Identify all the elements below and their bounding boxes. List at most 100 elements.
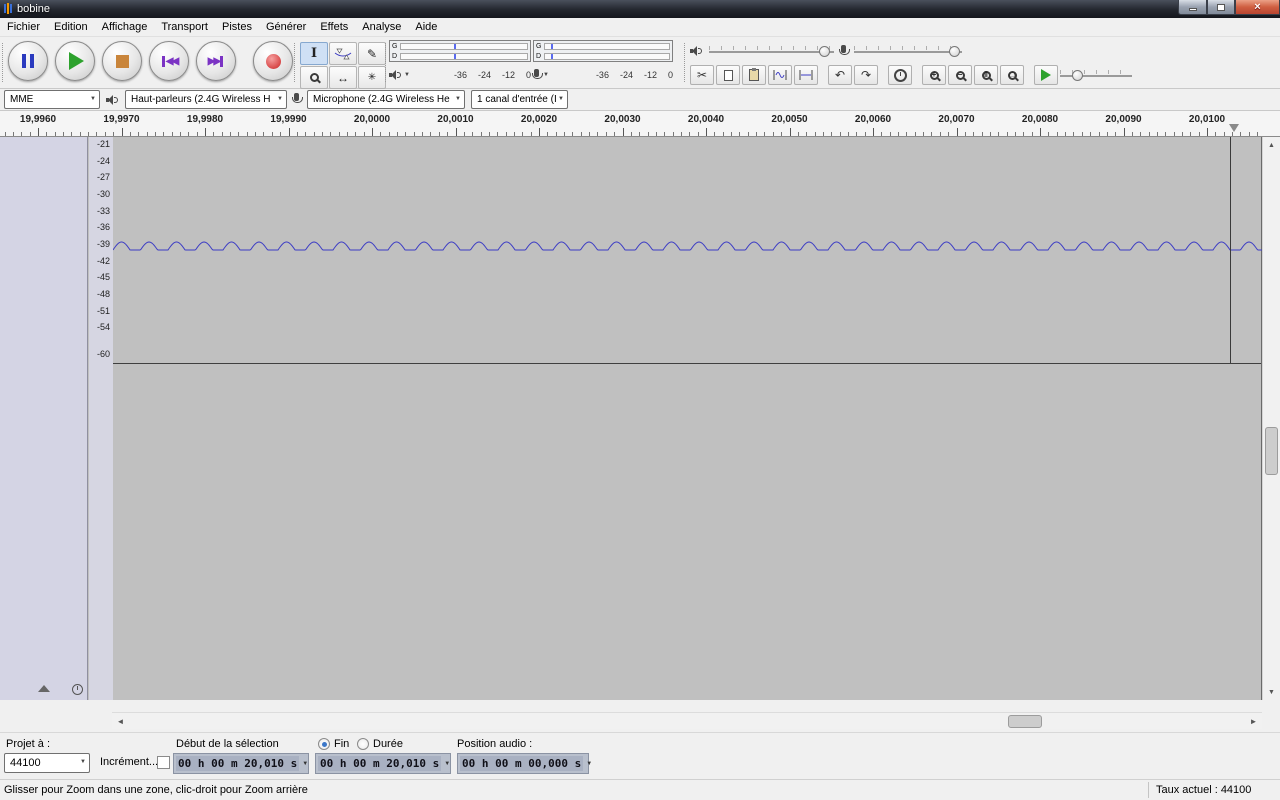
menu-item-effets[interactable]: Effets (313, 19, 355, 35)
meter-tick (551, 43, 554, 49)
end-radio-label[interactable]: Fin (334, 738, 349, 750)
end-radio[interactable] (318, 738, 330, 750)
playback-meter[interactable]: G D (389, 40, 531, 62)
scroll-right-arrow[interactable]: ► (1245, 713, 1262, 730)
timeline-tick (831, 132, 833, 136)
project-rate-select[interactable]: 44100 (4, 753, 90, 773)
collapse-triangle-icon[interactable] (38, 685, 50, 692)
trim-button[interactable] (768, 65, 792, 85)
spin-arrow-icon[interactable]: ▼ (586, 761, 592, 767)
multi-tool-button[interactable]: ✳ (358, 66, 386, 89)
recording-meter[interactable]: G D (533, 40, 673, 62)
panel-clock-icon[interactable] (72, 684, 83, 695)
waveform-area[interactable] (112, 137, 1262, 700)
maximize-button[interactable] (1207, 0, 1235, 15)
timeline-tick (321, 132, 323, 136)
input-volume-slider[interactable] (854, 44, 962, 58)
copy-button[interactable] (716, 65, 740, 85)
track-control-panel[interactable] (0, 137, 88, 700)
zoom-tool-button[interactable] (300, 66, 328, 89)
playback-speed-slider[interactable] (1060, 68, 1132, 82)
play-button[interactable] (55, 41, 95, 81)
toolbar-grip[interactable] (294, 43, 297, 82)
selection-end-field[interactable]: 00 h 00 m 20,010 s ▼ (315, 753, 451, 774)
selection-start-field[interactable]: 00 h 00 m 20,010 s ▼ (173, 753, 309, 774)
output-volume-thumb[interactable] (819, 46, 830, 57)
timeline-tick (104, 132, 106, 136)
horizontal-scrollbar[interactable]: ◄ ► (112, 712, 1262, 729)
scroll-down-arrow[interactable]: ▼ (1263, 684, 1280, 700)
close-button[interactable]: × (1235, 0, 1280, 15)
menu-item-transport[interactable]: Transport (154, 19, 215, 35)
menu-item-affichage[interactable]: Affichage (95, 19, 155, 35)
skip-to-end-button[interactable]: ▶▶ (196, 41, 236, 81)
dropdown-arrow-icon[interactable]: ▼ (404, 72, 410, 78)
timeline-tick (355, 132, 357, 136)
timeline-tick (797, 132, 799, 136)
menu-item-edition[interactable]: Edition (47, 19, 95, 35)
input-volume-thumb[interactable] (949, 46, 960, 57)
output-volume-slider[interactable] (709, 44, 834, 58)
menu-item-aide[interactable]: Aide (408, 19, 444, 35)
record-button[interactable] (253, 41, 293, 81)
fit-project-button[interactable]: □ (1000, 65, 1024, 85)
menu-item-pistes[interactable]: Pistes (215, 19, 259, 35)
meter-tick (551, 53, 554, 59)
vertical-db-ruler[interactable]: -21 -24 -27 -30 -33 -36 -39 -42 -45 -48 -51 -54 -60 (89, 137, 113, 700)
selection-end-value[interactable]: 00 h 00 m 20,010 s (318, 756, 442, 771)
timeline-tick (455, 128, 457, 136)
audio-position-value[interactable]: 00 h 00 m 00,000 s (460, 756, 584, 771)
toolbar-grip[interactable] (385, 43, 388, 82)
paste-button[interactable] (742, 65, 766, 85)
db-label: -48 (96, 289, 110, 299)
input-device-select[interactable]: Microphone (2.4G Wireless He (307, 90, 465, 109)
toolbar-grip[interactable] (2, 43, 5, 82)
vertical-scrollbar[interactable]: ▲ ▼ (1262, 137, 1280, 700)
mixer-toolbar (690, 42, 962, 60)
audio-host-select[interactable]: MME (4, 90, 100, 109)
dropdown-arrow-icon[interactable]: ▼ (543, 72, 549, 78)
vertical-scroll-thumb[interactable] (1265, 427, 1278, 475)
silence-button[interactable] (794, 65, 818, 85)
spin-arrow-icon[interactable]: ▼ (444, 761, 450, 767)
timeline-tick (288, 128, 290, 136)
scroll-left-arrow[interactable]: ◄ (112, 713, 129, 730)
selection-tool-button[interactable]: I (300, 42, 328, 65)
scroll-up-arrow[interactable]: ▲ (1263, 137, 1280, 153)
timeline-tick (1156, 132, 1158, 136)
output-device-select[interactable]: Haut-parleurs (2.4G Wireless H (125, 90, 287, 109)
track-bottom-border[interactable] (113, 363, 1261, 364)
zoom-in-button[interactable]: + (922, 65, 946, 85)
redo-button[interactable]: ↷ (854, 65, 878, 85)
envelope-tool-button[interactable] (329, 42, 357, 65)
spin-arrow-icon[interactable]: ▼ (302, 761, 308, 767)
timeshift-tool-button[interactable]: ↔ (329, 66, 357, 89)
audio-position-field[interactable]: 00 h 00 m 00,000 s ▼ (457, 753, 592, 774)
menu-item-générer[interactable]: Générer (259, 19, 313, 35)
cut-button[interactable]: ✂ (690, 65, 714, 85)
input-channels-select[interactable]: 1 canal d'entrée (I (471, 90, 568, 109)
selection-start-value[interactable]: 00 h 00 m 20,010 s (176, 756, 300, 771)
length-radio[interactable] (357, 738, 369, 750)
playback-speed-thumb[interactable] (1072, 70, 1083, 81)
timeline-tick (647, 132, 649, 136)
snap-to-checkbox[interactable] (157, 756, 170, 769)
fit-selection-button[interactable]: ‖ (974, 65, 998, 85)
draw-tool-button[interactable]: ✎ (358, 42, 386, 65)
toolbar-grip[interactable] (684, 43, 687, 82)
horizontal-scroll-thumb[interactable] (1008, 715, 1042, 728)
timeline-tick (756, 132, 758, 136)
db-label: -30 (96, 189, 110, 199)
menu-item-fichier[interactable]: Fichier (0, 19, 47, 35)
undo-button[interactable]: ↶ (828, 65, 852, 85)
skip-to-start-button[interactable]: ◀◀ (149, 41, 189, 81)
pause-button[interactable] (8, 41, 48, 81)
menu-item-analyse[interactable]: Analyse (355, 19, 408, 35)
minimize-button[interactable] (1178, 0, 1207, 15)
play-at-speed-button[interactable] (1034, 65, 1058, 85)
timeline-ruler[interactable]: 19,9960 19,9970 19,9980 19,9990 20,0000 20,00… (0, 111, 1280, 137)
stop-button[interactable] (102, 41, 142, 81)
length-radio-label[interactable]: Durée (373, 738, 403, 750)
sync-lock-button[interactable] (888, 65, 912, 85)
zoom-out-button[interactable]: − (948, 65, 972, 85)
